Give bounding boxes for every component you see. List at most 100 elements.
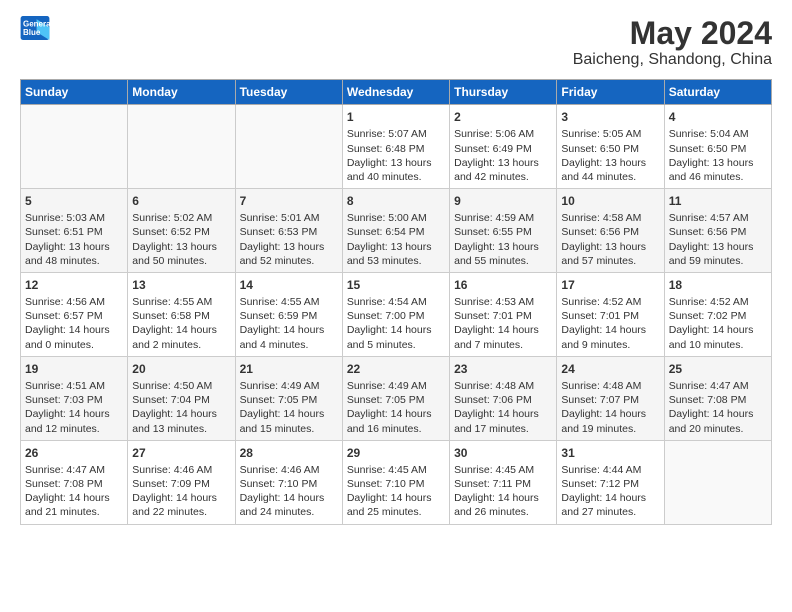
day-number: 13	[132, 277, 230, 293]
title-block: May 2024 Baicheng, Shandong, China	[573, 16, 772, 69]
cell-info-line: Sunrise: 4:47 AM	[669, 380, 749, 392]
cell-info-line: Sunset: 6:57 PM	[25, 310, 103, 322]
page: General Blue May 2024 Baicheng, Shandong…	[0, 0, 792, 612]
cell-info-line: and 55 minutes.	[454, 255, 529, 267]
cell-info-line: and 26 minutes.	[454, 506, 529, 518]
cell-info-line: Daylight: 13 hours	[240, 241, 325, 253]
week-row-2: 5Sunrise: 5:03 AMSunset: 6:51 PMDaylight…	[21, 189, 772, 273]
main-title: May 2024	[573, 16, 772, 51]
cell-info-line: Sunset: 7:11 PM	[454, 478, 531, 490]
cell-info-line: Sunrise: 4:56 AM	[25, 296, 105, 308]
cell-info-line: and 50 minutes.	[132, 255, 207, 267]
cell-info-line: and 4 minutes.	[240, 339, 309, 351]
calendar-cell: 18Sunrise: 4:52 AMSunset: 7:02 PMDayligh…	[664, 272, 771, 356]
day-number: 18	[669, 277, 767, 293]
cell-info-line: Daylight: 13 hours	[561, 157, 646, 169]
day-header-monday: Monday	[128, 80, 235, 105]
cell-info-line: Sunset: 7:06 PM	[454, 394, 532, 406]
cell-info-line: Sunset: 6:55 PM	[454, 226, 532, 238]
cell-info-line: Sunset: 7:02 PM	[669, 310, 747, 322]
cell-info-line: Sunrise: 4:52 AM	[561, 296, 641, 308]
cell-info-line: Sunrise: 4:53 AM	[454, 296, 534, 308]
day-number: 22	[347, 361, 445, 377]
cell-info-line: Sunset: 7:05 PM	[240, 394, 318, 406]
day-header-thursday: Thursday	[450, 80, 557, 105]
cell-info-line: Daylight: 14 hours	[454, 492, 539, 504]
calendar-cell	[235, 105, 342, 189]
cell-info-line: Daylight: 13 hours	[454, 241, 539, 253]
calendar-cell: 19Sunrise: 4:51 AMSunset: 7:03 PMDayligh…	[21, 356, 128, 440]
cell-info-line: Daylight: 14 hours	[132, 492, 217, 504]
cell-info-line: Sunset: 6:48 PM	[347, 143, 425, 155]
cell-info-line: and 17 minutes.	[454, 423, 529, 435]
cell-info-line: and 48 minutes.	[25, 255, 100, 267]
cell-info-line: Sunrise: 4:46 AM	[132, 464, 212, 476]
cell-info-line: Daylight: 13 hours	[669, 157, 754, 169]
day-number: 27	[132, 445, 230, 461]
cell-info-line: Sunrise: 5:00 AM	[347, 212, 427, 224]
cell-info-line: Sunrise: 4:47 AM	[25, 464, 105, 476]
cell-info-line: and 27 minutes.	[561, 506, 636, 518]
calendar-cell: 7Sunrise: 5:01 AMSunset: 6:53 PMDaylight…	[235, 189, 342, 273]
calendar-cell: 6Sunrise: 5:02 AMSunset: 6:52 PMDaylight…	[128, 189, 235, 273]
day-number: 4	[669, 109, 767, 125]
calendar-cell: 25Sunrise: 4:47 AMSunset: 7:08 PMDayligh…	[664, 356, 771, 440]
cell-info-line: Sunrise: 4:45 AM	[454, 464, 534, 476]
calendar-cell: 30Sunrise: 4:45 AMSunset: 7:11 PMDayligh…	[450, 440, 557, 524]
week-row-3: 12Sunrise: 4:56 AMSunset: 6:57 PMDayligh…	[21, 272, 772, 356]
cell-info-line: and 44 minutes.	[561, 171, 636, 183]
day-number: 21	[240, 361, 338, 377]
day-number: 11	[669, 193, 767, 209]
header: General Blue May 2024 Baicheng, Shandong…	[20, 16, 772, 69]
cell-info-line: and 42 minutes.	[454, 171, 529, 183]
cell-info-line: Daylight: 14 hours	[669, 324, 754, 336]
cell-info-line: and 52 minutes.	[240, 255, 315, 267]
cell-info-line: Sunrise: 5:06 AM	[454, 128, 534, 140]
calendar-cell: 29 Sunrise: 4:45 AM Sunset: 7:10 PM Dayligh…	[342, 440, 449, 524]
calendar-cell: 4Sunrise: 5:04 AMSunset: 6:50 PMDaylight…	[664, 105, 771, 189]
cell-info-line: and 59 minutes.	[669, 255, 744, 267]
day-number: 7	[240, 193, 338, 209]
cell-info-line: Sunrise: 4:59 AM	[454, 212, 534, 224]
cell-info-line: Daylight: 13 hours	[347, 157, 432, 169]
day-number: 25	[669, 361, 767, 377]
cell-info-line: Sunset: 6:53 PM	[240, 226, 318, 238]
cell-info-line: Sunrise: 4:55 AM	[240, 296, 320, 308]
cell-info-line: Daylight: 13 hours	[561, 241, 646, 253]
week-row-4: 19Sunrise: 4:51 AMSunset: 7:03 PMDayligh…	[21, 356, 772, 440]
cell-info-line: Daylight: 14 hours	[25, 324, 110, 336]
cell-info-line: Sunrise: 4:57 AM	[669, 212, 749, 224]
week-row-1: 1Sunrise: 5:07 AMSunset: 6:48 PMDaylight…	[21, 105, 772, 189]
cell-info-line: Sunrise: 4:51 AM	[25, 380, 105, 392]
cell-info-line: and 57 minutes.	[561, 255, 636, 267]
cell-info-line: Daylight: 14 hours	[347, 324, 432, 336]
cell-info-line: and 10 minutes.	[669, 339, 744, 351]
calendar-cell: 17Sunrise: 4:52 AMSunset: 7:01 PMDayligh…	[557, 272, 664, 356]
cell-info-line: Daylight: 14 hours	[561, 492, 646, 504]
cell-info-line: Sunrise: 4:44 AM	[561, 464, 641, 476]
calendar-cell: 3Sunrise: 5:05 AMSunset: 6:50 PMDaylight…	[557, 105, 664, 189]
calendar-cell: 26Sunrise: 4:47 AMSunset: 7:08 PMDayligh…	[21, 440, 128, 524]
cell-info-line: and 15 minutes.	[240, 423, 315, 435]
cell-info-line: Daylight: 14 hours	[25, 408, 110, 420]
calendar-cell: 27Sunrise: 4:46 AMSunset: 7:09 PMDayligh…	[128, 440, 235, 524]
cell-info-line: Daylight: 14 hours	[561, 324, 646, 336]
cell-info-line: Sunrise: 4:48 AM	[454, 380, 534, 392]
cell-info-line: Daylight: 14 hours	[347, 492, 432, 504]
cell-info-line: Sunset: 7:00 PM	[347, 310, 425, 322]
cell-info-line: Sunset: 6:50 PM	[561, 143, 639, 155]
cell-info-line: Sunset: 7:10 PM	[347, 478, 425, 490]
day-number: 31	[561, 445, 659, 461]
day-header-wednesday: Wednesday	[342, 80, 449, 105]
day-header-saturday: Saturday	[664, 80, 771, 105]
day-number: 29	[347, 445, 445, 461]
calendar-cell: 8Sunrise: 5:00 AMSunset: 6:54 PMDaylight…	[342, 189, 449, 273]
cell-info-line: Sunrise: 4:45 AM	[347, 464, 427, 476]
svg-text:General: General	[23, 19, 50, 28]
cell-info-line: and 53 minutes.	[347, 255, 422, 267]
cell-info-line: and 13 minutes.	[132, 423, 207, 435]
cell-info-line: Daylight: 13 hours	[669, 241, 754, 253]
logo: General Blue	[20, 16, 50, 40]
cell-info-line: and 12 minutes.	[25, 423, 100, 435]
calendar-cell: 11Sunrise: 4:57 AMSunset: 6:56 PMDayligh…	[664, 189, 771, 273]
